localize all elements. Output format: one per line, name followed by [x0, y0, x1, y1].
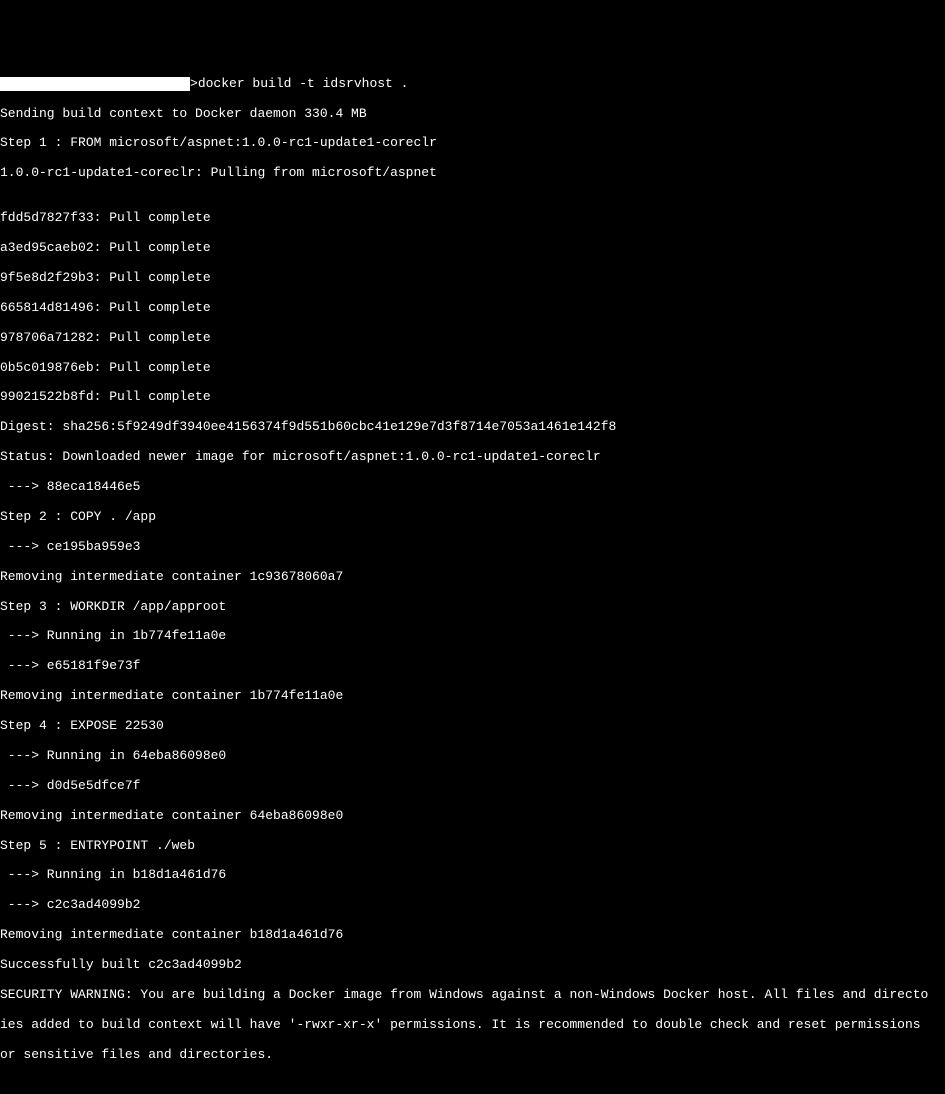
output-line: Removing intermediate container 1b774fe1…	[0, 689, 945, 704]
output-line: Step 1 : FROM microsoft/aspnet:1.0.0-rc1…	[0, 136, 945, 151]
terminal-window[interactable]: >docker build -t idsrvhost . Sending bui…	[0, 62, 945, 1078]
output-line: Removing intermediate container 1c936780…	[0, 570, 945, 585]
output-line: or sensitive files and directories.	[0, 1048, 945, 1063]
output-line: ies added to build context will have '-r…	[0, 1018, 945, 1033]
output-line: ---> Running in 64eba86098e0	[0, 749, 945, 764]
output-line: 1.0.0-rc1-update1-coreclr: Pulling from …	[0, 166, 945, 181]
output-line: fdd5d7827f33: Pull complete	[0, 211, 945, 226]
output-line: ---> 88eca18446e5	[0, 480, 945, 495]
output-line: Digest: sha256:5f9249df3940ee4156374f9d5…	[0, 420, 945, 435]
output-line: Removing intermediate container 64eba860…	[0, 809, 945, 824]
output-line: 9f5e8d2f29b3: Pull complete	[0, 271, 945, 286]
output-line: SECURITY WARNING: You are building a Doc…	[0, 988, 945, 1003]
output-line: Step 3 : WORKDIR /app/approot	[0, 600, 945, 615]
output-line: 665814d81496: Pull complete	[0, 301, 945, 316]
redacted-path	[0, 77, 190, 91]
output-line: ---> d0d5e5dfce7f	[0, 779, 945, 794]
command-prompt-line: >docker build -t idsrvhost .	[0, 77, 945, 92]
output-line: ---> c2c3ad4099b2	[0, 898, 945, 913]
command-input: docker build -t idsrvhost .	[198, 77, 409, 92]
output-line: ---> Running in b18d1a461d76	[0, 868, 945, 883]
output-line: ---> Running in 1b774fe11a0e	[0, 629, 945, 644]
output-line: Step 5 : ENTRYPOINT ./web	[0, 839, 945, 854]
output-line: 0b5c019876eb: Pull complete	[0, 361, 945, 376]
output-line: a3ed95caeb02: Pull complete	[0, 241, 945, 256]
output-line: 99021522b8fd: Pull complete	[0, 390, 945, 405]
output-line: Sending build context to Docker daemon 3…	[0, 107, 945, 122]
output-line: ---> e65181f9e73f	[0, 659, 945, 674]
output-line: 978706a71282: Pull complete	[0, 331, 945, 346]
output-line: Removing intermediate container b18d1a46…	[0, 928, 945, 943]
prompt-char: >	[190, 77, 198, 92]
output-line: ---> ce195ba959e3	[0, 540, 945, 555]
output-line: Successfully built c2c3ad4099b2	[0, 958, 945, 973]
output-line: Status: Downloaded newer image for micro…	[0, 450, 945, 465]
output-line: Step 4 : EXPOSE 22530	[0, 719, 945, 734]
output-line: Step 2 : COPY . /app	[0, 510, 945, 525]
